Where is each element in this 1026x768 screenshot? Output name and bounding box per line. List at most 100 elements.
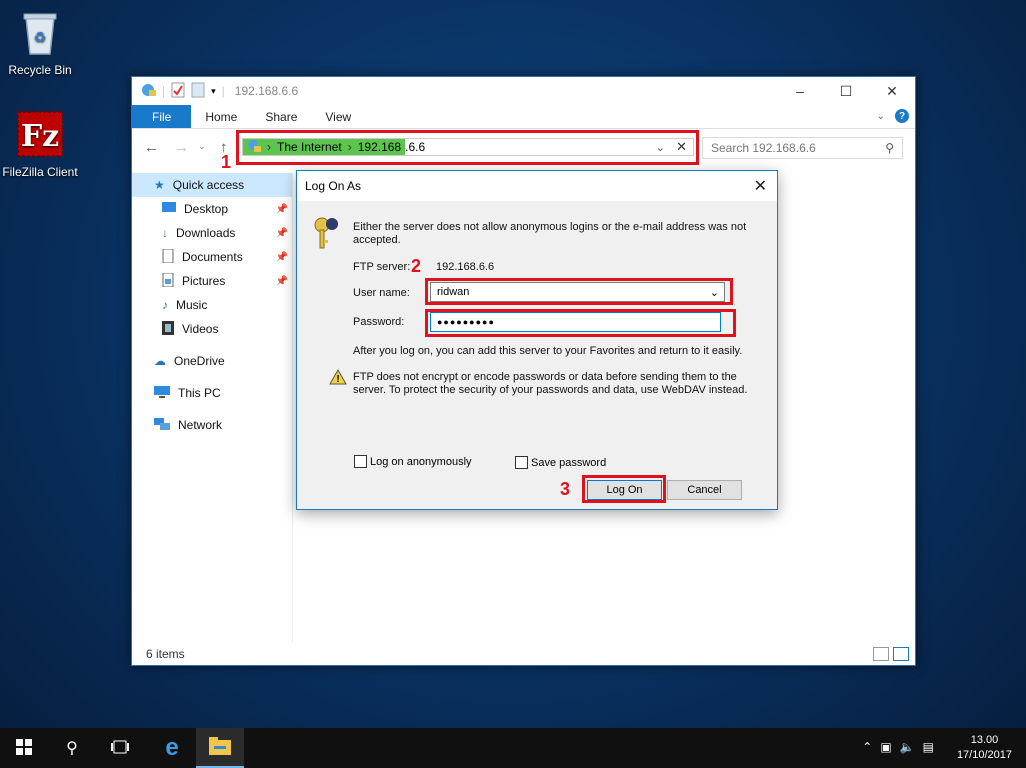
recycle-bin-label: Recycle Bin [8,63,72,77]
sidebar-item-label: Desktop [184,202,229,216]
expand-ribbon-icon[interactable]: ⌄ [877,111,885,122]
search-placeholder: Search 192.168.6.6 [711,141,816,155]
edge-button[interactable]: e [148,728,196,768]
sidebar-item-label: Music [176,298,208,312]
clock-date: 17/10/2017 [956,749,1012,761]
cancel-button[interactable]: Cancel [667,480,742,500]
annotation-number-3: 3 [560,479,571,499]
recycle-bin-shortcut[interactable]: ♻ Recycle Bin [0,8,80,77]
details-view-icon[interactable] [873,647,889,661]
dialog-title: Log On As [305,179,362,193]
videos-icon [162,320,174,338]
sidebar-item-music[interactable]: ♪ Music [132,293,292,317]
divider: | [162,84,166,98]
properties-icon[interactable] [171,82,185,101]
star-icon: ★ [154,178,165,192]
back-arrow-icon[interactable]: ← [144,139,159,156]
search-icon: ⚲ [885,141,894,155]
username-label: User name: [353,287,410,299]
network-folder-icon [140,82,156,101]
annotation-box-address [236,130,699,165]
pin-icon[interactable]: 📌 [276,204,288,215]
file-explorer-button[interactable] [196,728,244,768]
password-label: Password: [353,316,405,328]
annotation-number-2: 2 [411,256,422,276]
tab-file[interactable]: File [132,105,192,128]
annotation-box-username [425,278,733,305]
recent-dropdown-icon[interactable]: ⌄ [198,141,206,152]
network-tray-icon[interactable]: ▣ [880,740,891,754]
notifications-icon[interactable]: ▤ [923,740,934,754]
help-icon[interactable]: ? [895,109,909,123]
large-icons-view-icon[interactable] [893,647,909,661]
ftp-server-value: 192.168.6.6 [436,261,495,273]
recycle-bin-icon: ♻ [0,8,80,59]
desktop-icon [162,201,176,217]
task-view-icon [111,740,129,757]
start-button[interactable] [0,728,48,768]
search-icon: ⚲ [66,740,78,757]
chevron-up-icon[interactable]: ⌃ [862,740,872,754]
dialog-title-bar: Log On As ✕ [297,171,777,201]
download-icon: ↓ [162,226,168,240]
close-button[interactable]: ✕ [869,77,915,105]
task-view-button[interactable] [96,728,144,768]
window-title: 192.168.6.6 [234,84,299,98]
sidebar-item-downloads[interactable]: ↓ Downloads 📌 [132,221,292,245]
forward-arrow-icon[interactable]: → [174,139,189,156]
divider: | [221,84,225,98]
filezilla-icon: Fz [0,110,80,161]
pane-divider[interactable] [292,173,293,643]
annotation-box-logon [582,475,666,503]
search-input[interactable]: Search 192.168.6.6 ⚲ [702,137,903,159]
clock[interactable]: 13.00 17/10/2017 [957,733,1012,763]
tab-home[interactable]: Home [191,105,251,128]
sidebar-item-quick-access[interactable]: ★ Quick access [132,173,292,197]
sidebar-item-desktop[interactable]: Desktop 📌 [132,197,292,221]
sidebar-item-this-pc[interactable]: This PC [132,381,292,405]
filezilla-shortcut[interactable]: Fz FileZilla Client [0,110,80,179]
quick-access-dropdown-icon[interactable]: ▾ [211,86,216,97]
edge-icon: e [165,734,179,761]
title-bar: | ▾ | 192.168.6.6 – ☐ ✕ [132,77,915,105]
checkbox-box[interactable] [515,456,528,469]
pin-icon[interactable]: 📌 [276,252,288,263]
tab-share[interactable]: Share [251,105,311,128]
svg-text:Fz: Fz [21,119,59,154]
pictures-icon [162,272,174,290]
sidebar-item-label: Quick access [172,178,245,192]
keys-icon [311,215,341,254]
svg-text:♻: ♻ [34,29,47,45]
sidebar-item-label: This PC [178,386,221,400]
favorites-info: After you log on, you can add this serve… [353,345,743,357]
volume-icon[interactable]: 🔈 [900,740,915,754]
dialog-close-icon[interactable]: ✕ [754,176,767,196]
maximize-button[interactable]: ☐ [823,77,869,105]
tab-view[interactable]: View [311,105,365,128]
sidebar-item-onedrive[interactable]: ☁ OneDrive [132,349,292,373]
ribbon-tabs: File Home Share View ⌄ ? [132,105,915,129]
network-icon [154,417,170,433]
checkbox-box[interactable] [354,455,367,468]
sidebar-item-label: Documents [182,250,243,264]
save-password-checkbox[interactable]: Save password [515,456,606,469]
clock-time: 13.00 [970,734,999,746]
sidebar-item-documents[interactable]: Documents 📌 [132,245,292,269]
annotation-number-1: 1 [221,152,232,172]
pin-icon[interactable]: 📌 [276,276,288,287]
sidebar-item-pictures[interactable]: Pictures 📌 [132,269,292,293]
log-on-as-dialog: Log On As ✕ Either the server does not a… [296,170,778,510]
sidebar-item-network[interactable]: Network [132,413,292,437]
pin-icon[interactable]: 📌 [276,228,288,239]
folder-icon [209,736,231,758]
status-bar-count: 6 items [146,647,185,661]
sidebar-item-label: Downloads [176,226,236,240]
dialog-message: Either the server does not allow anonymo… [353,221,747,246]
warning-icon: ! [329,368,347,388]
sidebar-item-videos[interactable]: Videos [132,317,292,341]
new-folder-icon[interactable] [191,82,205,101]
sidebar-item-label: Pictures [182,274,226,288]
search-button[interactable]: ⚲ [48,728,96,768]
anonymous-checkbox[interactable]: Log on anonymously [354,455,472,468]
minimize-button[interactable]: – [777,77,823,105]
